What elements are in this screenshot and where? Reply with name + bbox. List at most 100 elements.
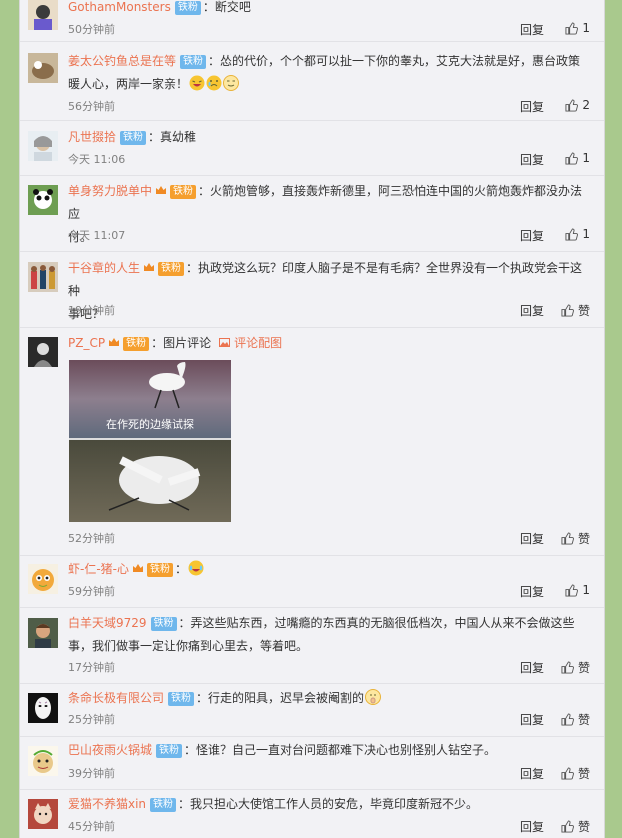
- fan-badge: 铁粉: [120, 131, 147, 145]
- fan-badge: 铁粉: [150, 798, 177, 812]
- timestamp: 17分钟前: [68, 661, 115, 674]
- like-button[interactable]: 1: [565, 583, 590, 597]
- fan-badge: 铁粉: [168, 692, 195, 706]
- comment-item: 单身努力脱单中 铁粉 ：火箭炮管够，直接轰炸新德里，阿三恐怕连中国的火箭炮轰炸都没办…: [20, 175, 604, 252]
- comment-item: PZ_CP 铁粉 ：图片评论 评论配图 在作死的边缘试探 52分钟前 回复 赞: [20, 327, 604, 556]
- reply-button[interactable]: 回复: [520, 583, 544, 600]
- username[interactable]: PZ_CP: [68, 336, 105, 350]
- like-button[interactable]: 2: [565, 98, 590, 112]
- like-button[interactable]: 赞: [561, 711, 590, 728]
- thumbs-up-icon: [561, 820, 574, 833]
- reply-button[interactable]: 回复: [520, 659, 544, 676]
- comment-item: 凡世掇拾 铁粉 ：真幼稚 今天 11:06 回复 1: [20, 120, 604, 176]
- avatar[interactable]: [28, 53, 58, 83]
- like-button[interactable]: 赞: [561, 818, 590, 835]
- smirk-emoji-icon: [223, 75, 240, 91]
- like-button[interactable]: 赞: [561, 765, 590, 782]
- comment-text: ：图片评论: [151, 336, 212, 350]
- username[interactable]: 虾-仁-猪-心: [68, 562, 129, 576]
- thumbs-up-icon: [561, 661, 574, 674]
- like-button[interactable]: 1: [565, 21, 590, 35]
- reply-button[interactable]: 回复: [520, 711, 544, 728]
- timestamp: 39分钟前: [68, 767, 115, 780]
- comment-item: 巴山夜雨火锅城 铁粉 ：怪谁？自己一直对台问题都难下决心也别怪别人钻空子。 39分钟…: [20, 736, 604, 790]
- thumbs-up-icon: [565, 151, 579, 165]
- fan-badge: 铁粉: [156, 744, 183, 758]
- username[interactable]: 爱猫不养猫xin: [68, 797, 146, 811]
- shush-emoji-icon: [365, 689, 382, 705]
- comment-text: ：: [175, 562, 188, 576]
- like-count: 赞: [577, 713, 590, 727]
- fan-badge: 铁粉: [170, 185, 197, 199]
- like-count: 赞: [577, 820, 590, 834]
- comment-text: ：行走的阳具，迟早会被阉割的: [196, 691, 365, 705]
- comment-text-continued: 暖人心，两岸一家亲！: [68, 77, 189, 91]
- avatar[interactable]: [28, 131, 58, 161]
- thumbs-up-icon: [565, 583, 579, 597]
- thumbs-up-icon: [565, 227, 579, 241]
- fan-badge: 铁粉: [158, 262, 185, 276]
- username[interactable]: 单身努力脱单中: [68, 184, 152, 198]
- avatar[interactable]: [28, 262, 58, 292]
- comment-item: 干谷章的人生 铁粉 ：执政党这么玩？印度人脑子是不是有毛病？全世界没有一个执政党会干…: [20, 251, 604, 328]
- like-button[interactable]: 1: [565, 151, 590, 165]
- comment-item: 爱猫不养猫xin 铁粉 ：我只担心大使馆工作人员的安危，毕竟印度新冠不少。 45分钟…: [20, 789, 604, 838]
- thumbs-up-icon: [561, 767, 574, 780]
- like-button[interactable]: 1: [565, 227, 590, 241]
- image-comment-link[interactable]: 评论配图: [219, 336, 282, 350]
- comment-image[interactable]: 在作死的边缘试探: [69, 360, 231, 522]
- reply-button[interactable]: 回复: [520, 151, 544, 168]
- reply-button[interactable]: 回复: [520, 818, 544, 835]
- username[interactable]: 干谷章的人生: [68, 261, 140, 275]
- comment-text: ：怂的代价，个个都可以扯一下你的睾丸，艾克大法就是好，惠台政策: [208, 54, 581, 68]
- timestamp: 56分钟前: [68, 100, 115, 113]
- like-button[interactable]: 赞: [561, 530, 590, 547]
- username[interactable]: 姜太公钓鱼总是在等: [68, 54, 176, 68]
- timestamp: 今天 11:07: [68, 229, 126, 242]
- avatar[interactable]: [28, 618, 58, 648]
- timestamp: 52分钟前: [68, 532, 115, 545]
- reply-button[interactable]: 回复: [520, 530, 544, 547]
- reply-button[interactable]: 回复: [520, 765, 544, 782]
- avatar[interactable]: [28, 564, 58, 594]
- tearful-emoji-icon: [206, 75, 222, 91]
- crown-icon: [133, 564, 143, 572]
- avatar[interactable]: [28, 0, 58, 30]
- like-count: 赞: [577, 304, 590, 318]
- like-button[interactable]: 赞: [561, 302, 590, 319]
- username[interactable]: 白羊天域9729: [68, 616, 147, 630]
- reply-button[interactable]: 回复: [520, 302, 544, 319]
- timestamp: 45分钟前: [68, 820, 115, 833]
- timestamp: 19分钟前: [68, 304, 115, 317]
- username[interactable]: 凡世掇拾: [68, 130, 116, 144]
- image-caption: 在作死的边缘试探: [106, 418, 194, 431]
- avatar[interactable]: [28, 693, 58, 723]
- username[interactable]: 巴山夜雨火锅城: [68, 743, 152, 757]
- like-button[interactable]: 赞: [561, 659, 590, 676]
- comment-item: 虾-仁-猪-心 铁粉： 59分钟前 回复 1: [20, 555, 604, 608]
- comment-item: GothamMonsters 铁粉 ：断交吧 50分钟前 回复 1: [20, 0, 604, 42]
- comment-item: 条命长极有限公司 铁粉 ：行走的阳具，迟早会被阉割的 25分钟前 回复 赞: [20, 683, 604, 737]
- comment-item: 白羊天域9729 铁粉 ：弄这些贴东西，过嘴瘾的东西真的无脑很低档次，中国人从来不会…: [20, 607, 604, 684]
- comment-item: 姜太公钓鱼总是在等 铁粉 ：怂的代价，个个都可以扯一下你的睾丸，艾克大法就是好，惠台…: [20, 41, 604, 121]
- fan-badge: 铁粉: [123, 337, 150, 351]
- username[interactable]: GothamMonsters: [68, 0, 171, 14]
- avatar[interactable]: [28, 185, 58, 215]
- reply-button[interactable]: 回复: [520, 21, 544, 38]
- avatar[interactable]: [28, 746, 58, 776]
- crown-icon: [109, 338, 120, 346]
- username[interactable]: 条命长极有限公司: [68, 691, 164, 705]
- comment-text: ：我只担心大使馆工作人员的安危，毕竟印度新冠不少。: [178, 797, 479, 811]
- like-count: 2: [582, 98, 590, 112]
- avatar[interactable]: [28, 799, 58, 829]
- avatar[interactable]: [28, 337, 58, 367]
- comment-text: ：真幼稚: [148, 130, 197, 144]
- like-count: 1: [582, 227, 590, 241]
- like-count: 赞: [577, 661, 590, 675]
- fan-badge: 铁粉: [147, 563, 173, 577]
- crown-icon: [144, 263, 155, 271]
- like-count: 赞: [577, 532, 590, 546]
- reply-button[interactable]: 回复: [520, 227, 544, 244]
- thumbs-up-icon: [565, 21, 579, 35]
- reply-button[interactable]: 回复: [520, 98, 544, 115]
